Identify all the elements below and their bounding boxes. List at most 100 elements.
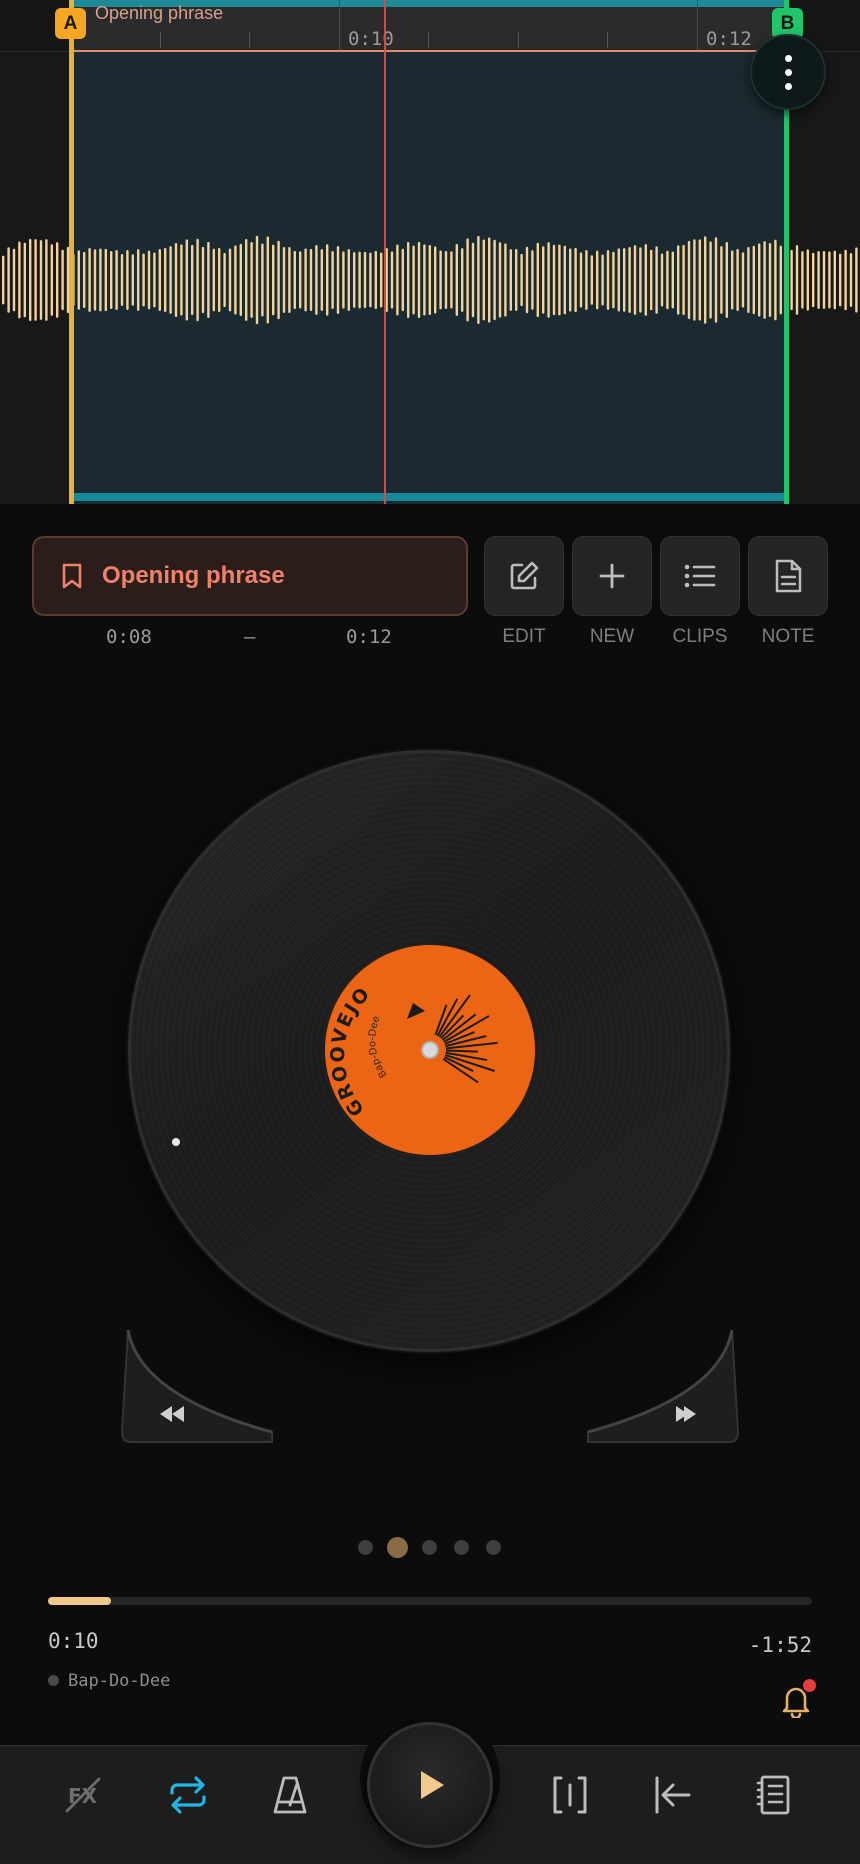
waveform-bar: [828, 251, 831, 309]
waveform-bar: [250, 242, 253, 318]
waveform-bar: [358, 251, 361, 309]
waveform-bar: [736, 248, 739, 312]
bracket-cursor-icon: [553, 1776, 587, 1814]
waveform-bar: [547, 242, 550, 318]
waveform-bar: [768, 242, 772, 318]
marker-a-badge[interactable]: A: [55, 8, 86, 39]
waveform-bar: [477, 235, 480, 325]
waveform-bar: [120, 254, 124, 306]
marker-select-button[interactable]: [545, 1770, 595, 1820]
waveform-bar: [833, 250, 836, 310]
play-button[interactable]: [367, 1722, 493, 1848]
waveform-bar: [774, 239, 777, 321]
page-indicator-dot[interactable]: [486, 1540, 501, 1555]
waveform-bar: [779, 245, 782, 315]
waveform-bar: [315, 244, 318, 316]
rewind-nudge-button[interactable]: [120, 1326, 280, 1448]
waveform-bar: [849, 253, 853, 307]
waveform-bar: [261, 243, 264, 317]
clips-label: CLIPS: [672, 626, 728, 647]
waveform-bar: [93, 249, 97, 311]
page-indicator-active[interactable]: [387, 1537, 408, 1558]
current-clip-button[interactable]: Opening phrase: [32, 536, 468, 616]
waveform-bar: [245, 239, 248, 321]
waveform-bar: [590, 255, 593, 305]
fx-toggle-button[interactable]: FX: [58, 1770, 108, 1820]
new-clip-button[interactable]: [572, 536, 652, 616]
waveform-bar: [7, 247, 10, 313]
loop-toggle-button[interactable]: [163, 1770, 213, 1820]
ruler-tick: [160, 32, 161, 48]
waveform-bar: [450, 251, 453, 309]
waveform-bar: [585, 249, 588, 311]
waveform-bar: [666, 250, 669, 310]
waveform-bar: [77, 250, 80, 310]
clip-end-time: 0:12: [346, 626, 392, 648]
waveform-bar: [714, 237, 718, 323]
note-button[interactable]: [748, 536, 828, 616]
waveform-bar: [412, 245, 415, 315]
play-icon: [421, 1771, 444, 1799]
waveform-panel[interactable]: 0:10 0:12 Opening phrase A B: [0, 0, 860, 504]
waveform-bar: [369, 252, 372, 308]
waveform-bar: [428, 244, 431, 316]
waveform-bar: [542, 246, 545, 314]
elapsed-time: 0:10: [48, 1629, 99, 1653]
waveform-bar: [758, 243, 761, 317]
waveform-bar: [763, 241, 766, 319]
waveform-bar: [482, 239, 485, 321]
waveform-bar: [504, 243, 507, 317]
new-label: NEW: [589, 626, 635, 647]
waveform-bar: [552, 244, 556, 316]
waveform-bar: [164, 247, 167, 313]
metronome-button[interactable]: [265, 1770, 315, 1820]
waveform-bar: [466, 238, 469, 322]
waveform-bar: [644, 244, 647, 316]
waveform-bar: [660, 253, 664, 307]
progress-track[interactable]: [48, 1597, 812, 1605]
remaining-time: -1:52: [748, 1633, 812, 1657]
fast-forward-nudge-button[interactable]: [580, 1326, 740, 1448]
track-name: Bap-Do-Dee: [68, 1671, 171, 1691]
waveform-bar: [212, 248, 215, 312]
waveform-bar: [18, 241, 21, 319]
waveform-bar: [380, 252, 383, 308]
waveform-bar: [731, 250, 734, 310]
progress-fill: [48, 1597, 112, 1605]
waveform-bar: [126, 250, 129, 310]
waveform-bar: [720, 246, 723, 314]
edit-clip-button[interactable]: [484, 536, 564, 616]
waveform-bar: [434, 246, 437, 314]
waveform-bar: [88, 248, 91, 312]
waveform-bar: [806, 249, 809, 311]
waveform-bar: [488, 237, 491, 323]
page-indicator-dot[interactable]: [422, 1540, 437, 1555]
waveform-bar: [104, 248, 107, 312]
waveform-bar: [407, 241, 410, 319]
timeline-ruler[interactable]: 0:10 0:12 Opening phrase: [0, 0, 860, 53]
overflow-menu-button[interactable]: [750, 34, 826, 110]
ruler-tick: [697, 0, 698, 52]
waveform-bar: [83, 251, 86, 309]
waveform-bar: [471, 242, 475, 318]
waveform-bar: [374, 250, 377, 310]
ruler-tick: [518, 32, 519, 48]
waveform-bar: [56, 242, 59, 318]
waveform-bar: [812, 252, 815, 308]
ruler-tick: [428, 32, 429, 48]
playhead[interactable]: [384, 0, 386, 504]
waveform-bar: [34, 239, 37, 321]
track-status-dot: [48, 1675, 59, 1686]
waveform-bar: [293, 250, 296, 310]
waveform-bar: [655, 246, 658, 314]
clips-list-button[interactable]: [660, 536, 740, 616]
waveform-bar: [29, 238, 32, 322]
waveform-bar: [228, 248, 232, 312]
jump-to-start-button[interactable]: [648, 1770, 698, 1820]
page-indicator-dot[interactable]: [358, 1540, 373, 1555]
waveform-bar: [822, 250, 826, 310]
page-indicator-dot[interactable]: [454, 1540, 469, 1555]
marker-a-handle[interactable]: [69, 0, 74, 504]
notebook-button[interactable]: [750, 1770, 800, 1820]
waveform-bar: [255, 235, 259, 325]
